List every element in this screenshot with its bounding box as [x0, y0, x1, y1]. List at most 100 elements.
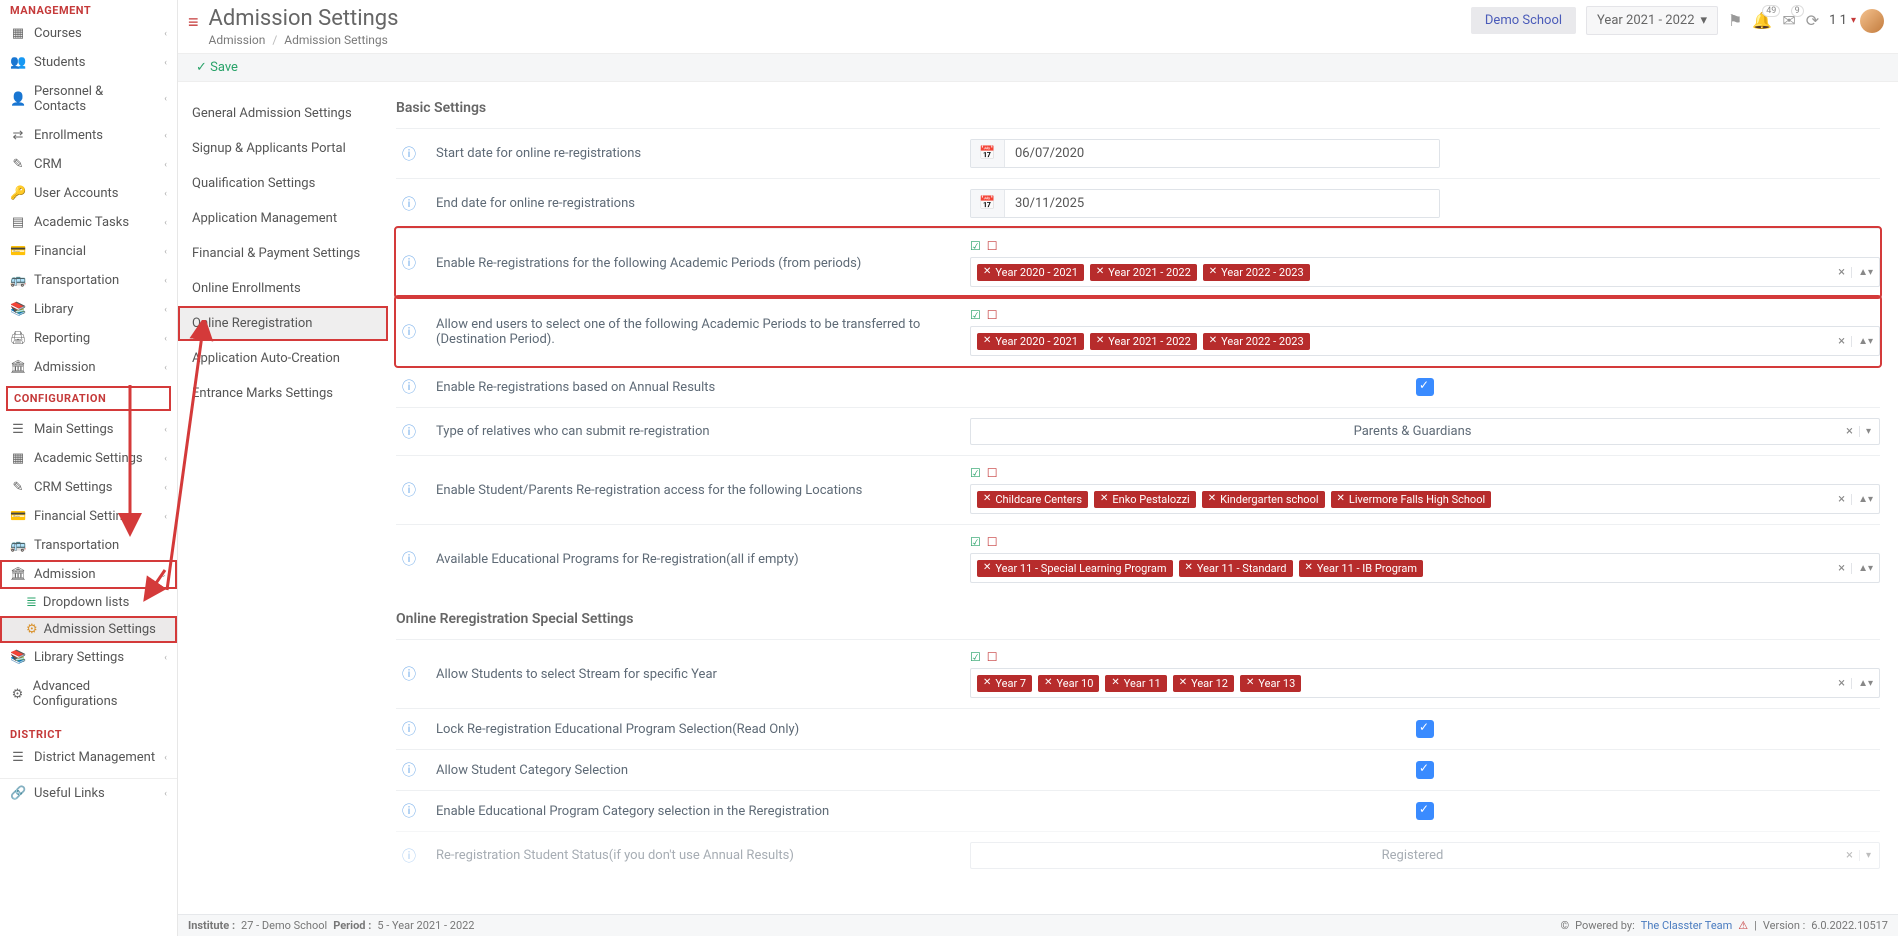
info-icon[interactable]: ⓘ [396, 549, 422, 569]
start-date-field[interactable] [1005, 140, 1439, 167]
remove-tag-icon[interactable]: ✕ [1246, 678, 1254, 688]
tag[interactable]: ✕Year 2022 - 2023 [1203, 333, 1310, 350]
status-select[interactable]: Registered ×▾ [970, 842, 1880, 869]
programs-multiselect[interactable]: ☑ ☐ ✕Year 11 - Special Learning Program ✕Y… [970, 535, 1880, 583]
dropdown-icon[interactable]: ▾ [1859, 426, 1871, 437]
info-icon[interactable]: ⓘ [396, 322, 422, 342]
menu-toggle-icon[interactable]: ≡ [188, 12, 199, 33]
dropdown-icon[interactable]: ▲▾ [1851, 336, 1873, 347]
deselect-all-icon[interactable]: ☐ [987, 535, 998, 549]
school-selector[interactable]: Demo School [1471, 7, 1576, 34]
info-icon[interactable]: ⓘ [396, 664, 422, 684]
relatives-select[interactable]: Parents & Guardians ×▾ [970, 418, 1880, 445]
subnav-general[interactable]: General Admission Settings [178, 96, 388, 131]
sidebar-item-district[interactable]: ☰District Management‹ [0, 743, 177, 772]
end-date-field[interactable] [1005, 190, 1439, 217]
remove-tag-icon[interactable]: ✕ [983, 494, 991, 504]
sidebar-item-librarysettings[interactable]: 📚Library Settings‹ [0, 643, 177, 672]
year-selector[interactable]: Year 2021 - 2022▾ [1586, 6, 1718, 35]
info-icon[interactable]: ⓘ [396, 480, 422, 500]
subnav-entrance[interactable]: Entrance Marks Settings [178, 376, 388, 411]
remove-tag-icon[interactable]: ✕ [1209, 267, 1217, 277]
clear-icon[interactable]: × [1838, 561, 1845, 576]
clear-icon[interactable]: × [1838, 265, 1845, 280]
calendar-icon[interactable]: 📅 [971, 190, 1005, 217]
sidebar-item-transportationsettings[interactable]: 🚌Transportation [0, 531, 177, 560]
remove-tag-icon[interactable]: ✕ [983, 336, 991, 346]
remove-tag-icon[interactable]: ✕ [1337, 494, 1345, 504]
sidebar-item-personnel[interactable]: 👤Personnel & Contacts‹ [0, 77, 177, 121]
dropdown-icon[interactable]: ▲▾ [1851, 494, 1873, 505]
tag[interactable]: ✕Childcare Centers [977, 491, 1088, 508]
remove-tag-icon[interactable]: ✕ [1111, 678, 1119, 688]
select-all-icon[interactable]: ☑ [970, 535, 981, 549]
info-icon[interactable]: ⓘ [396, 719, 422, 739]
sidebar-item-admissioncfg[interactable]: 🏛Admission⌄ [0, 560, 177, 589]
info-icon[interactable]: ⓘ [396, 194, 422, 214]
clear-icon[interactable]: × [1846, 848, 1853, 863]
clear-icon[interactable]: × [1846, 424, 1853, 439]
footer-team-link[interactable]: The Classter Team [1641, 919, 1733, 932]
end-date-input[interactable]: 📅 [970, 189, 1440, 218]
tag[interactable]: ✕Year 12 [1173, 675, 1234, 692]
deselect-all-icon[interactable]: ☐ [987, 650, 998, 664]
sidebar-item-library[interactable]: 📚Library‹ [0, 295, 177, 324]
sidebar-sub-admissionsettings[interactable]: ⚙Admission Settings [0, 616, 177, 643]
remove-tag-icon[interactable]: ✕ [1096, 336, 1104, 346]
subnav-online-rereg[interactable]: Online Reregistration [178, 306, 388, 341]
tag[interactable]: ✕Year 11 - Standard [1179, 560, 1293, 577]
save-button[interactable]: Save [196, 60, 238, 75]
subnav-autocreation[interactable]: Application Auto-Creation [178, 341, 388, 376]
bug-icon[interactable]: ⚠ [1738, 919, 1748, 932]
sidebar-item-financial[interactable]: 💳Financial‹ [0, 237, 177, 266]
subnav-financial[interactable]: Financial & Payment Settings [178, 236, 388, 271]
sidebar-item-usefullinks[interactable]: 🔗Useful Links‹ [0, 778, 177, 808]
remove-tag-icon[interactable]: ✕ [1208, 494, 1216, 504]
crumb-admission[interactable]: Admission [209, 33, 266, 47]
deselect-all-icon[interactable]: ☐ [987, 308, 998, 322]
remove-tag-icon[interactable]: ✕ [1096, 267, 1104, 277]
subnav-online-enroll[interactable]: Online Enrollments [178, 271, 388, 306]
deselect-all-icon[interactable]: ☐ [987, 466, 998, 480]
info-icon[interactable]: ⓘ [396, 801, 422, 821]
select-all-icon[interactable]: ☑ [970, 466, 981, 480]
remove-tag-icon[interactable]: ✕ [1305, 563, 1313, 573]
tag[interactable]: ✕Year 2021 - 2022 [1090, 333, 1197, 350]
mail-icon[interactable]: ✉9 [1782, 11, 1795, 30]
sidebar-item-courses[interactable]: ▦Courses‹ [0, 19, 177, 48]
tag[interactable]: ✕Year 11 - Special Learning Program [977, 560, 1173, 577]
user-menu[interactable]: 1 1 ▾ [1829, 9, 1884, 33]
select-all-icon[interactable]: ☑ [970, 239, 981, 253]
deselect-all-icon[interactable]: ☐ [987, 239, 998, 253]
refresh-icon[interactable]: ⟳ [1806, 11, 1819, 30]
remove-tag-icon[interactable]: ✕ [983, 563, 991, 573]
allowcat-checkbox[interactable] [1416, 761, 1434, 779]
tag[interactable]: ✕Year 11 [1105, 675, 1166, 692]
tag[interactable]: ✕Livermore Falls High School [1331, 491, 1492, 508]
sidebar-item-academictasks[interactable]: ▤Academic Tasks‹ [0, 208, 177, 237]
clear-icon[interactable]: × [1838, 334, 1845, 349]
remove-tag-icon[interactable]: ✕ [1209, 336, 1217, 346]
remove-tag-icon[interactable]: ✕ [983, 678, 991, 688]
subnav-qualification[interactable]: Qualification Settings [178, 166, 388, 201]
sidebar-sub-dropdownlists[interactable]: ≣Dropdown lists [0, 589, 177, 616]
dropdown-icon[interactable]: ▲▾ [1851, 563, 1873, 574]
remove-tag-icon[interactable]: ✕ [1044, 678, 1052, 688]
info-icon[interactable]: ⓘ [396, 144, 422, 164]
remove-tag-icon[interactable]: ✕ [983, 267, 991, 277]
info-icon[interactable]: ⓘ [396, 377, 422, 397]
clear-icon[interactable]: × [1838, 676, 1845, 691]
locations-multiselect[interactable]: ☑☐ ✕Childcare Centers✕Enko Pestalozzi✕Ki… [970, 466, 1880, 514]
start-date-input[interactable]: 📅 [970, 139, 1440, 168]
sidebar-item-mainsettings[interactable]: ☰Main Settings‹ [0, 415, 177, 444]
dropdown-icon[interactable]: ▲▾ [1851, 267, 1873, 278]
sidebar-item-admission[interactable]: 🏛Admission‹ [0, 353, 177, 382]
annual-checkbox[interactable] [1416, 378, 1434, 396]
enablecat-checkbox[interactable] [1416, 802, 1434, 820]
remove-tag-icon[interactable]: ✕ [1185, 563, 1193, 573]
calendar-icon[interactable]: 📅 [971, 140, 1005, 167]
sidebar-item-enrollments[interactable]: ⇄Enrollments‹ [0, 121, 177, 150]
select-all-icon[interactable]: ☑ [970, 650, 981, 664]
sidebar-item-crm[interactable]: ✎CRM‹ [0, 150, 177, 179]
sidebar-item-students[interactable]: 👥Students‹ [0, 48, 177, 77]
